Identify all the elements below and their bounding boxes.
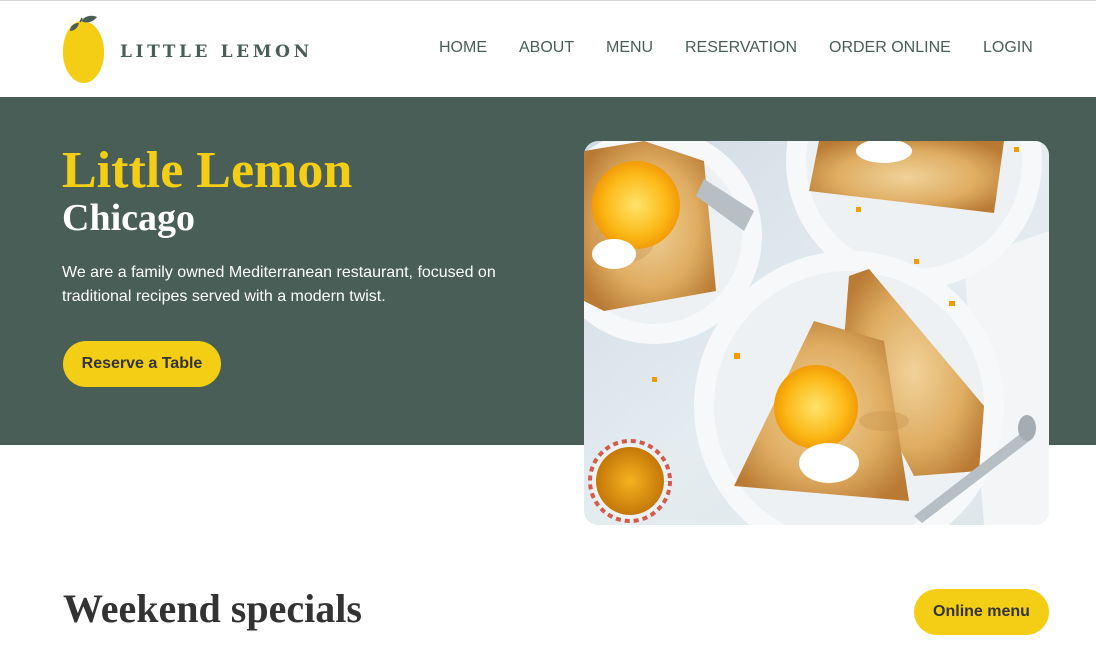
hero-image [584,141,1049,525]
hero-description: We are a family owned Mediterranean rest… [62,264,496,305]
hero-subtitle: Chicago [62,197,195,239]
specials-title: Weekend specials [63,586,362,631]
site-header: LITTLE LEMON HOME ABOUT MENU RESERVATION… [0,1,1096,97]
nav-menu[interactable]: MENU [606,39,653,57]
reserve-table-button[interactable]: Reserve a Table [63,341,221,387]
main-nav: HOME ABOUT MENU RESERVATION ORDER ONLINE… [0,39,1096,59]
nav-home[interactable]: HOME [439,39,487,57]
nav-about[interactable]: ABOUT [519,39,574,57]
hero-title: Little Lemon [62,142,353,199]
nav-reservation[interactable]: RESERVATION [685,39,797,57]
crepes-photo [584,141,1049,525]
nav-order-online[interactable]: ORDER ONLINE [829,39,951,57]
nav-login[interactable]: LOGIN [983,39,1033,57]
online-menu-button[interactable]: Online menu [914,589,1049,635]
